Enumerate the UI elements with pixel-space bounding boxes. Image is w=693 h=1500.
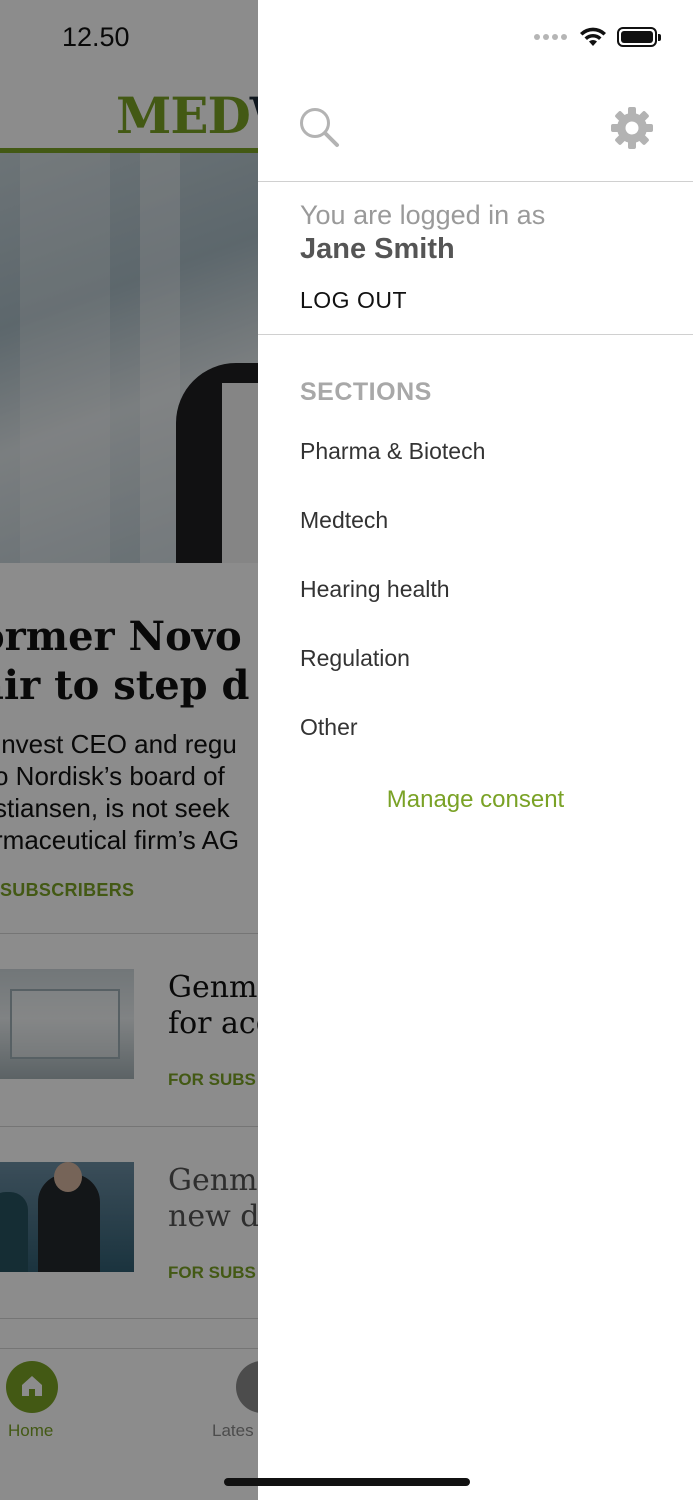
logout-button[interactable]: LOG OUT bbox=[300, 287, 407, 314]
settings-button[interactable] bbox=[610, 106, 654, 150]
manage-consent-link[interactable]: Manage consent bbox=[258, 786, 693, 814]
section-item-hearing-health[interactable]: Hearing health bbox=[300, 576, 450, 603]
battery-icon bbox=[617, 27, 661, 47]
drawer-divider bbox=[258, 181, 693, 182]
sections-heading: SECTIONS bbox=[300, 378, 432, 406]
section-item-medtech[interactable]: Medtech bbox=[300, 507, 388, 534]
home-indicator[interactable] bbox=[224, 1478, 470, 1486]
status-icons bbox=[534, 26, 661, 48]
search-button[interactable] bbox=[298, 106, 342, 150]
side-drawer: You are logged in as Jane Smith LOG OUT … bbox=[258, 0, 693, 1500]
section-item-regulation[interactable]: Regulation bbox=[300, 645, 410, 672]
section-item-other[interactable]: Other bbox=[300, 714, 358, 741]
wifi-icon bbox=[580, 27, 606, 46]
user-name: Jane Smith bbox=[300, 233, 455, 265]
signal-dots-icon bbox=[534, 34, 567, 40]
section-item-pharma-biotech[interactable]: Pharma & Biotech bbox=[300, 438, 485, 465]
gear-icon bbox=[611, 107, 653, 149]
logged-in-label: You are logged in as bbox=[300, 200, 546, 230]
search-icon bbox=[300, 108, 339, 147]
drawer-divider bbox=[258, 334, 693, 335]
drawer-scrim[interactable] bbox=[0, 0, 258, 1500]
